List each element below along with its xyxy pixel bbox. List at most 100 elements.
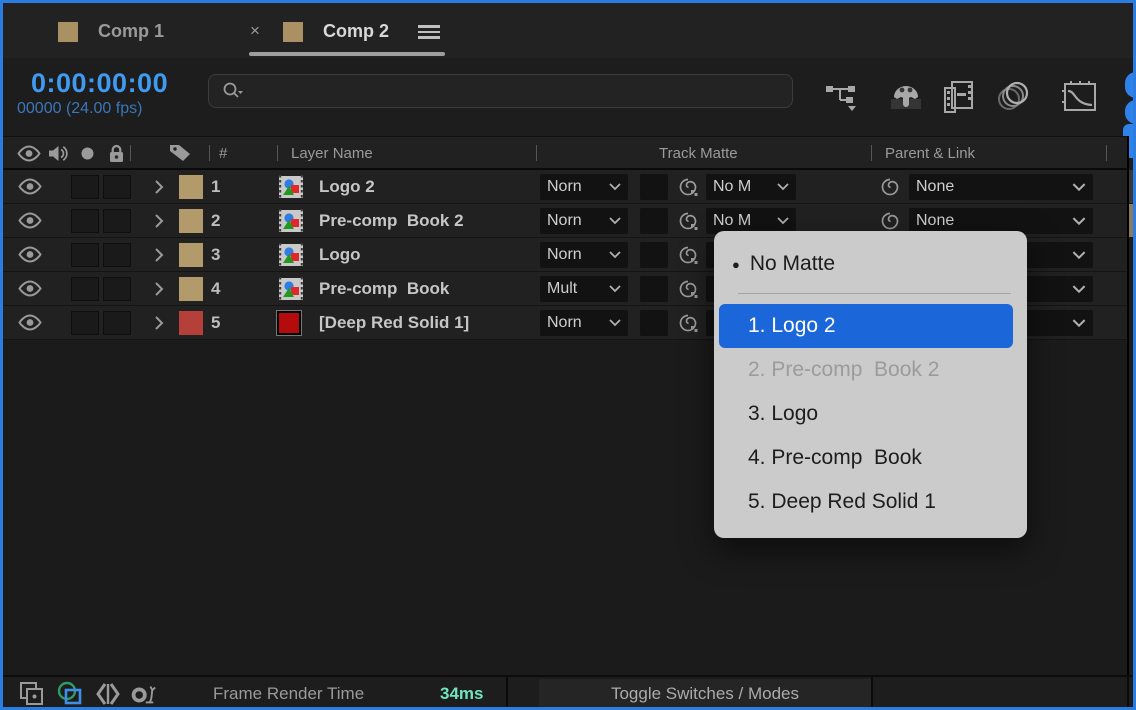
switch-cell[interactable] [103,243,131,267]
column-header-row: # Layer Name Track Matte Parent & Link [3,136,1127,170]
divider [277,145,278,161]
frame-blending-icon[interactable] [941,80,979,114]
blend-mode-dropdown[interactable]: Norn [540,208,628,234]
layer-name[interactable]: Logo 2 [319,170,375,203]
chevron-down-icon [1072,285,1086,294]
matte-pickwhip-icon[interactable] [673,204,703,237]
matte-pickwhip-icon[interactable] [673,238,703,271]
lock-column-icon[interactable] [108,137,125,169]
preserve-transparency-cell[interactable] [640,310,668,336]
current-timecode[interactable]: 0:00:00:00 [31,68,168,99]
divider [536,145,537,161]
track-matte-column-header[interactable]: Track Matte [659,137,738,169]
eye-icon[interactable] [13,272,47,305]
menu-item-no-matte[interactable]: ● No Matte [714,245,1027,283]
layer-switches-pane-icon[interactable] [17,681,47,707]
expand-chevron-icon[interactable] [151,170,167,203]
track-matte-dropdown[interactable]: No M [706,174,796,200]
switch-cell[interactable] [71,243,99,267]
chevron-down-icon [609,285,621,293]
index-column-header[interactable]: # [219,137,227,169]
toggle-switches-modes-button[interactable]: Toggle Switches / Modes [539,679,871,709]
close-tab-icon[interactable]: × [250,21,260,41]
switch-cell[interactable] [71,209,99,233]
matte-pickwhip-icon[interactable] [673,306,703,339]
draft-3d-icon[interactable] [887,80,925,114]
preserve-transparency-cell[interactable] [640,174,668,200]
label-color-chip[interactable] [179,243,203,267]
blend-mode-dropdown[interactable]: Mult [540,276,628,302]
blend-mode-dropdown[interactable]: Norn [540,310,628,336]
layer-name-column-header[interactable]: Layer Name [291,137,373,169]
label-color-chip[interactable] [179,277,203,301]
in-out-duration-pane-icon[interactable] [93,681,123,707]
switch-cell[interactable] [103,277,131,301]
blend-mode-dropdown[interactable]: Norn [540,242,628,268]
switch-cell[interactable] [103,175,131,199]
matte-pickwhip-icon[interactable] [673,170,703,203]
expand-chevron-icon[interactable] [151,204,167,237]
label-color-chip[interactable] [179,311,203,335]
label-color-chip[interactable] [179,175,203,199]
eye-icon[interactable] [13,306,47,339]
search-input[interactable] [208,74,793,108]
parent-pickwhip-icon[interactable] [875,170,905,203]
parent-dropdown[interactable]: None [909,174,1093,200]
menu-item-logo-2[interactable]: 1. Logo 2 [719,304,1013,348]
expand-chevron-icon[interactable] [151,238,167,271]
timeline-navigator-handle[interactable] [1125,100,1136,124]
switch-cell[interactable] [71,311,99,335]
graph-editor-icon[interactable] [1061,80,1099,114]
transfer-controls-pane-icon[interactable] [55,681,85,707]
audio-column-speaker-icon[interactable] [47,137,69,169]
menu-item-logo[interactable]: 3. Logo [714,392,1027,436]
timeline-navigator-handle[interactable] [1125,72,1136,98]
video-column-eye-icon[interactable] [16,137,42,169]
label-color-chip[interactable] [179,209,203,233]
preserve-transparency-cell[interactable] [640,242,668,268]
layer-name[interactable]: [Deep Red Solid 1] [319,306,469,339]
frame-render-time-label: Frame Render Time [213,684,364,704]
expand-chevron-icon[interactable] [151,272,167,305]
motion-blur-icon[interactable] [995,80,1033,114]
layer-name[interactable]: Logo [319,238,361,271]
switch-cell[interactable] [103,209,131,233]
frames-fps-readout: 00000 (24.00 fps) [17,100,142,118]
chevron-down-icon [777,217,789,225]
search-icon [221,81,245,101]
label-column-tag-icon[interactable] [168,137,192,169]
preserve-transparency-cell[interactable] [640,276,668,302]
layer-bar-clip [1129,204,1136,237]
preserve-transparency-cell[interactable] [640,208,668,234]
panel-menu-icon[interactable] [418,25,440,39]
status-bar: Frame Render Time 34ms Toggle Switches /… [3,675,1133,710]
active-tab-underline [249,52,445,56]
divider [130,145,131,161]
parent-link-column-header[interactable]: Parent & Link [885,137,975,169]
layer-name[interactable]: Pre-comp Book 2 [319,204,464,237]
menu-item-label: No Matte [750,252,835,276]
tab-comp-1[interactable]: Comp 1 [98,21,164,42]
matte-pickwhip-icon[interactable] [673,272,703,305]
eye-icon[interactable] [13,170,47,203]
tab-bar: Comp 1 × Comp 2 [3,3,1133,58]
solid-icon [277,311,307,335]
layer-name[interactable]: Pre-comp Book [319,272,449,305]
switch-cell[interactable] [71,175,99,199]
render-time-pane-snail-icon[interactable] [127,681,157,707]
blend-mode-dropdown[interactable]: Norn [540,174,628,200]
tab-comp-2[interactable]: Comp 2 [323,21,389,42]
switch-cell[interactable] [103,311,131,335]
menu-item-pre-comp-book[interactable]: 4. Pre-comp Book [714,436,1027,480]
mini-flowchart-icon[interactable] [823,80,861,114]
expand-chevron-icon[interactable] [151,306,167,339]
chevron-down-icon [1072,217,1086,226]
eye-icon[interactable] [13,204,47,237]
solo-column-icon[interactable] [81,137,94,169]
layer-row-1[interactable]: 1 Logo 2 Norn No M None [3,170,1127,204]
eye-icon[interactable] [13,238,47,271]
divider [506,677,508,710]
menu-item-deep-red-solid[interactable]: 5. Deep Red Solid 1 [714,480,1027,524]
track-matte-value: No M [713,178,751,196]
switch-cell[interactable] [71,277,99,301]
